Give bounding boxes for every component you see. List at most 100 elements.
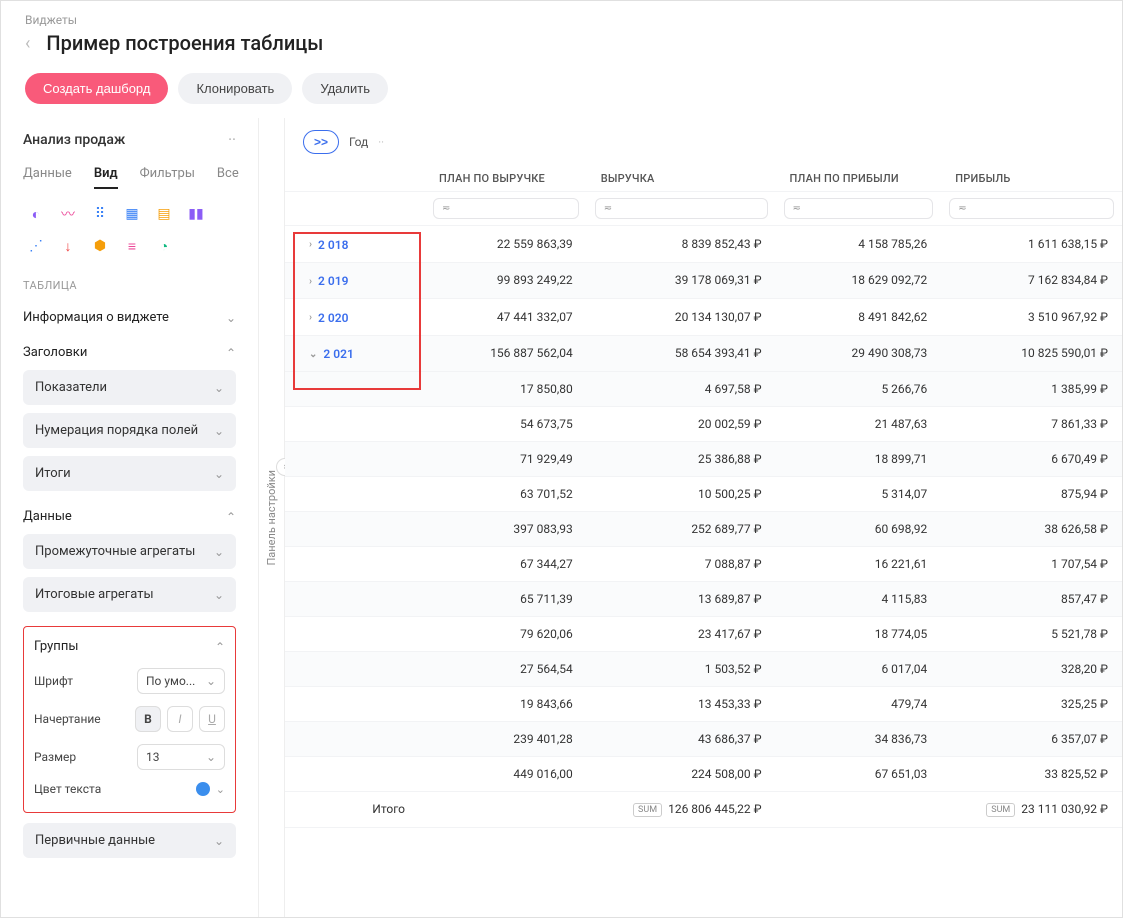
data-label: Данные xyxy=(23,509,72,524)
filter-plan-revenue[interactable]: ≂ xyxy=(433,198,579,219)
year-toggle[interactable]: › 2 019 xyxy=(309,274,348,288)
chart-area-icon[interactable]: 〰 xyxy=(55,201,81,227)
table-row-year[interactable]: › 2 020 47 441 332,07 20 134 130,07 ₽ 8 … xyxy=(285,299,1122,336)
year-toggle[interactable]: › 2 020 xyxy=(309,311,348,325)
filter-profit[interactable]: ≂ xyxy=(949,198,1114,219)
cell-profit: 38 626,58 ₽ xyxy=(941,512,1122,547)
year-toggle[interactable]: › 2 018 xyxy=(309,238,348,252)
cell-profit: 7 861,33 ₽ xyxy=(941,407,1122,442)
size-select[interactable]: 13 ⌄ xyxy=(137,744,225,770)
filter-revenue[interactable]: ≂ xyxy=(595,198,768,219)
chart-column-icon[interactable]: ▮▮ xyxy=(183,201,209,227)
sum-badge: SUM xyxy=(633,803,662,817)
gauge-icon[interactable]: ◔ xyxy=(151,233,177,259)
chart-network-icon[interactable]: ⋰ xyxy=(23,233,49,259)
final-aggregates-item[interactable]: Итоговые агрегаты ⌄ xyxy=(23,577,236,612)
font-label: Шрифт xyxy=(34,674,73,688)
italic-button[interactable]: I xyxy=(167,706,193,732)
table-row[interactable]: 27 564,54 1 503,52 ₽ 6 017,04 328,20 ₽ xyxy=(285,652,1122,687)
bold-button[interactable]: B xyxy=(135,706,161,732)
clone-button[interactable]: Клонировать xyxy=(178,73,292,104)
tab-filters[interactable]: Фильтры xyxy=(140,166,195,187)
dimension-label[interactable]: Год xyxy=(349,135,368,149)
table-row[interactable]: 71 929,49 25 386,88 ₽ 18 899,71 6 670,49… xyxy=(285,442,1122,477)
groups-toggle[interactable]: Группы ⌃ xyxy=(34,635,225,662)
tab-all[interactable]: Все xyxy=(217,166,239,187)
widget-info-toggle[interactable]: Информация о виджете ⌄ xyxy=(23,300,236,335)
tab-data[interactable]: Данные xyxy=(23,166,72,187)
cell-revenue: 1 503,52 ₽ xyxy=(587,652,776,687)
cell-plan-profit: 29 490 308,73 xyxy=(776,335,942,372)
color-swatch[interactable] xyxy=(196,782,210,796)
cell-profit: 10 825 590,01 ₽ xyxy=(941,335,1122,372)
primary-data-item[interactable]: Первичные данные ⌄ xyxy=(23,823,236,858)
sub-agg-label: Промежуточные агрегаты xyxy=(35,544,195,559)
chart-heatmap-icon[interactable]: ▤ xyxy=(151,201,177,227)
footer-label: Итого xyxy=(285,792,425,828)
dimension-menu-icon[interactable]: ·· xyxy=(378,136,384,149)
final-agg-label: Итоговые агрегаты xyxy=(35,587,154,602)
back-chevron-icon[interactable]: ‹ xyxy=(25,33,30,54)
sidebar-menu-icon[interactable]: ·· xyxy=(228,132,236,148)
delete-button[interactable]: Удалить xyxy=(302,73,388,104)
table-row[interactable]: 67 344,27 7 088,87 ₽ 16 221,61 1 707,54 … xyxy=(285,547,1122,582)
indicators-item[interactable]: Показатели ⌄ xyxy=(23,370,236,405)
cell-plan-profit: 60 698,92 xyxy=(776,512,942,547)
col-plan-revenue[interactable]: ПЛАН ПО ВЫРУЧКЕ xyxy=(425,166,587,192)
chart-grid-icon[interactable]: ▦ xyxy=(119,201,145,227)
table-row[interactable]: 397 083,93 252 689,77 ₽ 60 698,92 38 626… xyxy=(285,512,1122,547)
cell-profit: 6 357,07 ₽ xyxy=(941,722,1122,757)
font-select[interactable]: По умо... ⌄ xyxy=(137,668,225,694)
col-revenue[interactable]: ВЫРУЧКА xyxy=(587,166,776,192)
filter-icon: ≂ xyxy=(958,203,966,214)
chart-scatter-icon[interactable]: ⠿ xyxy=(87,201,113,227)
breadcrumb[interactable]: Виджеты xyxy=(25,13,1098,27)
cell-profit: 328,20 ₽ xyxy=(941,652,1122,687)
data-toggle[interactable]: Данные ⌃ xyxy=(23,499,236,534)
panel-label: Панель настройки xyxy=(261,460,282,576)
download-icon[interactable]: ↓ xyxy=(55,233,81,259)
chevron-icon: › xyxy=(309,312,312,323)
table-row[interactable]: 54 673,75 20 002,59 ₽ 21 487,63 7 861,33… xyxy=(285,407,1122,442)
font-value: По умо... xyxy=(146,674,195,688)
table-row-year[interactable]: › 2 018 22 559 863,39 8 839 852,43 ₽ 4 1… xyxy=(285,226,1122,263)
table-row[interactable]: 17 850,80 4 697,58 ₽ 5 266,76 1 385,99 ₽ xyxy=(285,372,1122,407)
table-row[interactable]: 239 401,28 43 686,37 ₽ 34 836,73 6 357,0… xyxy=(285,722,1122,757)
style-label: Начертание xyxy=(34,712,101,726)
table-row-year[interactable]: ⌄ 2 021 156 887 562,04 58 654 393,41 ₽ 2… xyxy=(285,335,1122,372)
table-row-year[interactable]: › 2 019 99 893 249,22 39 178 069,31 ₽ 18… xyxy=(285,262,1122,299)
html-icon[interactable]: ⬢ xyxy=(87,233,113,259)
field-order-item[interactable]: Нумерация порядка полей ⌄ xyxy=(23,413,236,448)
col-plan-profit[interactable]: ПЛАН ПО ПРИБЫЛИ xyxy=(776,166,942,192)
chevron-down-icon: ⌄ xyxy=(214,424,224,438)
chart-donut-icon[interactable]: ◐ xyxy=(23,201,49,227)
chevron-down-icon[interactable]: ⌄ xyxy=(216,783,225,796)
underline-button[interactable]: U xyxy=(199,706,225,732)
headers-toggle[interactable]: Заголовки ⌃ xyxy=(23,335,236,370)
col-profit[interactable]: ПРИБЫЛЬ xyxy=(941,166,1122,192)
totals-label: Итоги xyxy=(35,466,71,481)
table-row[interactable]: 63 701,52 10 500,25 ₽ 5 314,07 875,94 ₽ xyxy=(285,477,1122,512)
cell-plan-revenue: 27 564,54 xyxy=(425,652,587,687)
cell-plan-profit: 34 836,73 xyxy=(776,722,942,757)
filter-plan-profit[interactable]: ≂ xyxy=(784,198,934,219)
table-row[interactable]: 79 620,06 23 417,67 ₽ 18 774,05 5 521,78… xyxy=(285,617,1122,652)
filter-icon: ≂ xyxy=(604,203,612,214)
sub-aggregates-item[interactable]: Промежуточные агрегаты ⌄ xyxy=(23,534,236,569)
table-row[interactable]: 19 843,66 13 453,33 ₽ 479,74 325,25 ₽ xyxy=(285,687,1122,722)
create-dashboard-button[interactable]: Создать дашборд xyxy=(25,73,168,104)
totals-item[interactable]: Итоги ⌄ xyxy=(23,456,236,491)
cell-revenue: 20 134 130,07 ₽ xyxy=(587,299,776,336)
table-row[interactable]: 65 711,39 13 689,87 ₽ 4 115,83 857,47 ₽ xyxy=(285,582,1122,617)
tab-view[interactable]: Вид xyxy=(94,166,118,187)
cell-revenue: 10 500,25 ₽ xyxy=(587,477,776,512)
cell-revenue: 20 002,59 ₽ xyxy=(587,407,776,442)
cell-profit: 1 707,54 ₽ xyxy=(941,547,1122,582)
cell-profit: 6 670,49 ₽ xyxy=(941,442,1122,477)
cell-revenue: 13 689,87 ₽ xyxy=(587,582,776,617)
year-toggle[interactable]: ⌄ 2 021 xyxy=(309,347,354,361)
expand-all-button[interactable]: >> xyxy=(303,130,339,154)
footer-revenue: SUM126 806 445,22 ₽ xyxy=(587,792,776,828)
settings-icon[interactable]: ≡ xyxy=(119,233,145,259)
table-row[interactable]: 449 016,00 224 508,00 ₽ 67 651,03 33 825… xyxy=(285,757,1122,792)
